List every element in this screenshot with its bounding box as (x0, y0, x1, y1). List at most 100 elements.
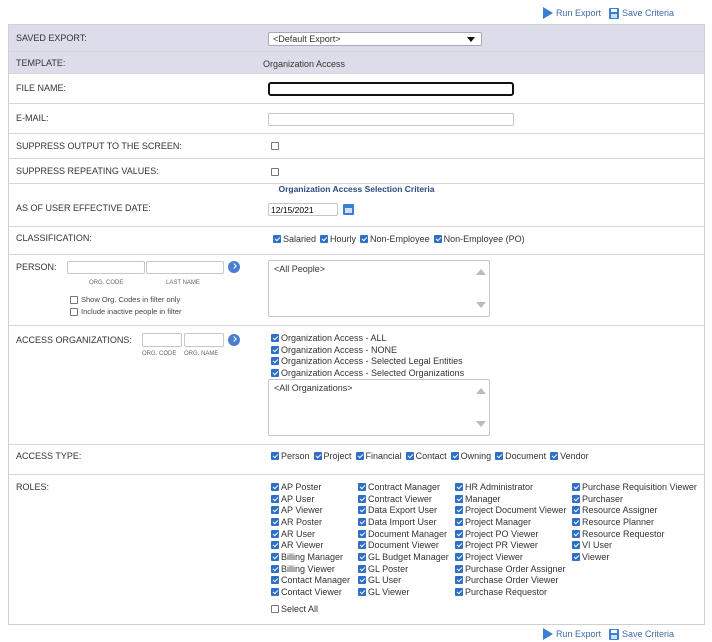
checkbox[interactable] (271, 588, 279, 597)
role-option[interactable]: Data Export User (358, 504, 449, 516)
access-org-option[interactable]: Organization Access - Selected Legal Ent… (271, 355, 464, 367)
access-org-search-button[interactable] (228, 334, 240, 346)
checkbox[interactable] (550, 452, 559, 460)
checkbox[interactable] (455, 576, 463, 585)
checkbox[interactable] (455, 541, 463, 550)
access-org-option[interactable]: Organization Access - NONE (271, 344, 464, 356)
run-export-button[interactable]: Run Export (542, 7, 601, 19)
role-option[interactable]: Project PO Viewer (455, 528, 566, 540)
checkbox[interactable] (271, 517, 279, 526)
role-option[interactable]: Project PR Viewer (455, 539, 566, 551)
list-item[interactable]: <All Organizations> (274, 383, 353, 393)
checkbox[interactable] (455, 552, 463, 561)
checkbox[interactable] (358, 482, 366, 491)
scrollbar[interactable] (472, 380, 489, 435)
role-option[interactable]: AR Poster (271, 516, 350, 528)
checkbox[interactable] (271, 506, 279, 515)
suppress-repeating-checkbox[interactable] (271, 168, 279, 176)
checkbox[interactable] (455, 482, 463, 491)
role-option[interactable]: Project Manager (455, 516, 566, 528)
role-option[interactable]: Project Viewer (455, 551, 566, 563)
access-type-option[interactable]: Document (495, 451, 546, 461)
role-option[interactable]: AR Viewer (271, 539, 350, 551)
checkbox[interactable] (455, 517, 463, 526)
checkbox[interactable] (572, 482, 580, 491)
classification-option[interactable]: Hourly (320, 234, 356, 244)
checkbox[interactable] (572, 517, 580, 526)
checkbox[interactable] (358, 494, 366, 503)
access-org-option[interactable]: Organization Access - Selected Organizat… (271, 367, 464, 379)
checkbox[interactable] (273, 235, 281, 243)
role-option[interactable]: Contact Manager (271, 575, 350, 587)
checkbox[interactable] (271, 482, 279, 491)
checkbox[interactable] (271, 552, 279, 561)
role-option[interactable]: GL Viewer (358, 586, 449, 598)
access-type-option[interactable]: Owning (450, 451, 491, 461)
select-all-option[interactable]: Select All (271, 603, 350, 615)
classification-option[interactable]: Salaried (273, 234, 316, 244)
access-type-option[interactable]: Contact (405, 451, 447, 461)
checkbox[interactable] (455, 588, 463, 597)
checkbox[interactable] (495, 452, 504, 460)
checkbox[interactable] (358, 529, 366, 538)
checkbox[interactable] (455, 494, 463, 503)
checkbox[interactable] (70, 307, 78, 316)
checkbox[interactable] (433, 235, 442, 243)
checkbox[interactable] (358, 506, 366, 515)
checkbox[interactable] (271, 368, 279, 377)
role-option[interactable]: Purchase Order Viewer (455, 575, 566, 587)
checkbox[interactable] (271, 576, 279, 585)
role-option[interactable]: GL User (358, 575, 449, 587)
save-criteria-button[interactable]: Save Criteria (608, 7, 674, 19)
email-input[interactable] (268, 113, 514, 126)
suppress-output-checkbox[interactable] (271, 142, 279, 150)
checkbox[interactable] (358, 564, 366, 573)
role-option[interactable]: Project Document Viewer (455, 504, 566, 516)
checkbox[interactable] (455, 564, 463, 573)
person-search-button[interactable] (228, 261, 240, 273)
access-org-option[interactable]: Organization Access - ALL (271, 332, 464, 344)
scrollbar[interactable] (472, 261, 489, 316)
checkbox[interactable] (271, 529, 279, 538)
checkbox[interactable] (271, 494, 279, 503)
role-option[interactable]: HR Administrator (455, 481, 566, 493)
role-option[interactable]: Manager (455, 493, 566, 505)
access-type-option[interactable]: Project (313, 451, 352, 461)
scroll-up-icon[interactable] (476, 388, 486, 394)
checkbox[interactable] (358, 576, 366, 585)
show-org-codes-option[interactable]: Show Org. Codes in filter only (70, 295, 180, 304)
checkbox[interactable] (271, 541, 279, 550)
role-option[interactable]: Document Manager (358, 528, 449, 540)
checkbox[interactable] (572, 541, 580, 550)
person-last-name-input[interactable] (146, 261, 224, 274)
checkbox[interactable] (455, 529, 463, 538)
role-option[interactable]: Purchase Order Assigner (455, 563, 566, 575)
save-criteria-button[interactable]: Save Criteria (608, 628, 674, 640)
run-export-button[interactable]: Run Export (542, 628, 601, 640)
saved-export-select[interactable]: <Default Export> (268, 32, 482, 46)
checkbox[interactable] (455, 506, 463, 515)
classification-option[interactable]: Non-Employee (PO) (433, 234, 525, 244)
role-option[interactable]: AP User (271, 493, 350, 505)
checkbox[interactable] (358, 541, 366, 550)
checkbox[interactable] (271, 452, 279, 460)
role-option[interactable]: VI User (572, 539, 697, 551)
checkbox[interactable] (450, 452, 459, 460)
role-option[interactable]: Viewer (572, 551, 697, 563)
role-option[interactable]: Resource Assigner (572, 504, 697, 516)
scroll-down-icon[interactable] (476, 421, 486, 427)
access-org-code-input[interactable] (142, 333, 182, 347)
checkbox[interactable] (271, 357, 279, 366)
include-inactive-option[interactable]: Include inactive people in filter (70, 307, 181, 316)
access-type-option[interactable]: Financial (355, 451, 402, 461)
checkbox[interactable] (360, 235, 369, 243)
checkbox[interactable] (572, 506, 580, 515)
role-option[interactable]: GL Poster (358, 563, 449, 575)
role-option[interactable]: AP Poster (271, 481, 350, 493)
people-listbox[interactable]: <All People> (268, 260, 490, 317)
classification-option[interactable]: Non-Employee (360, 234, 430, 244)
role-option[interactable]: GL Budget Manager (358, 551, 449, 563)
checkbox[interactable] (358, 552, 366, 561)
checkbox[interactable] (358, 517, 366, 526)
checkbox[interactable] (271, 345, 279, 354)
